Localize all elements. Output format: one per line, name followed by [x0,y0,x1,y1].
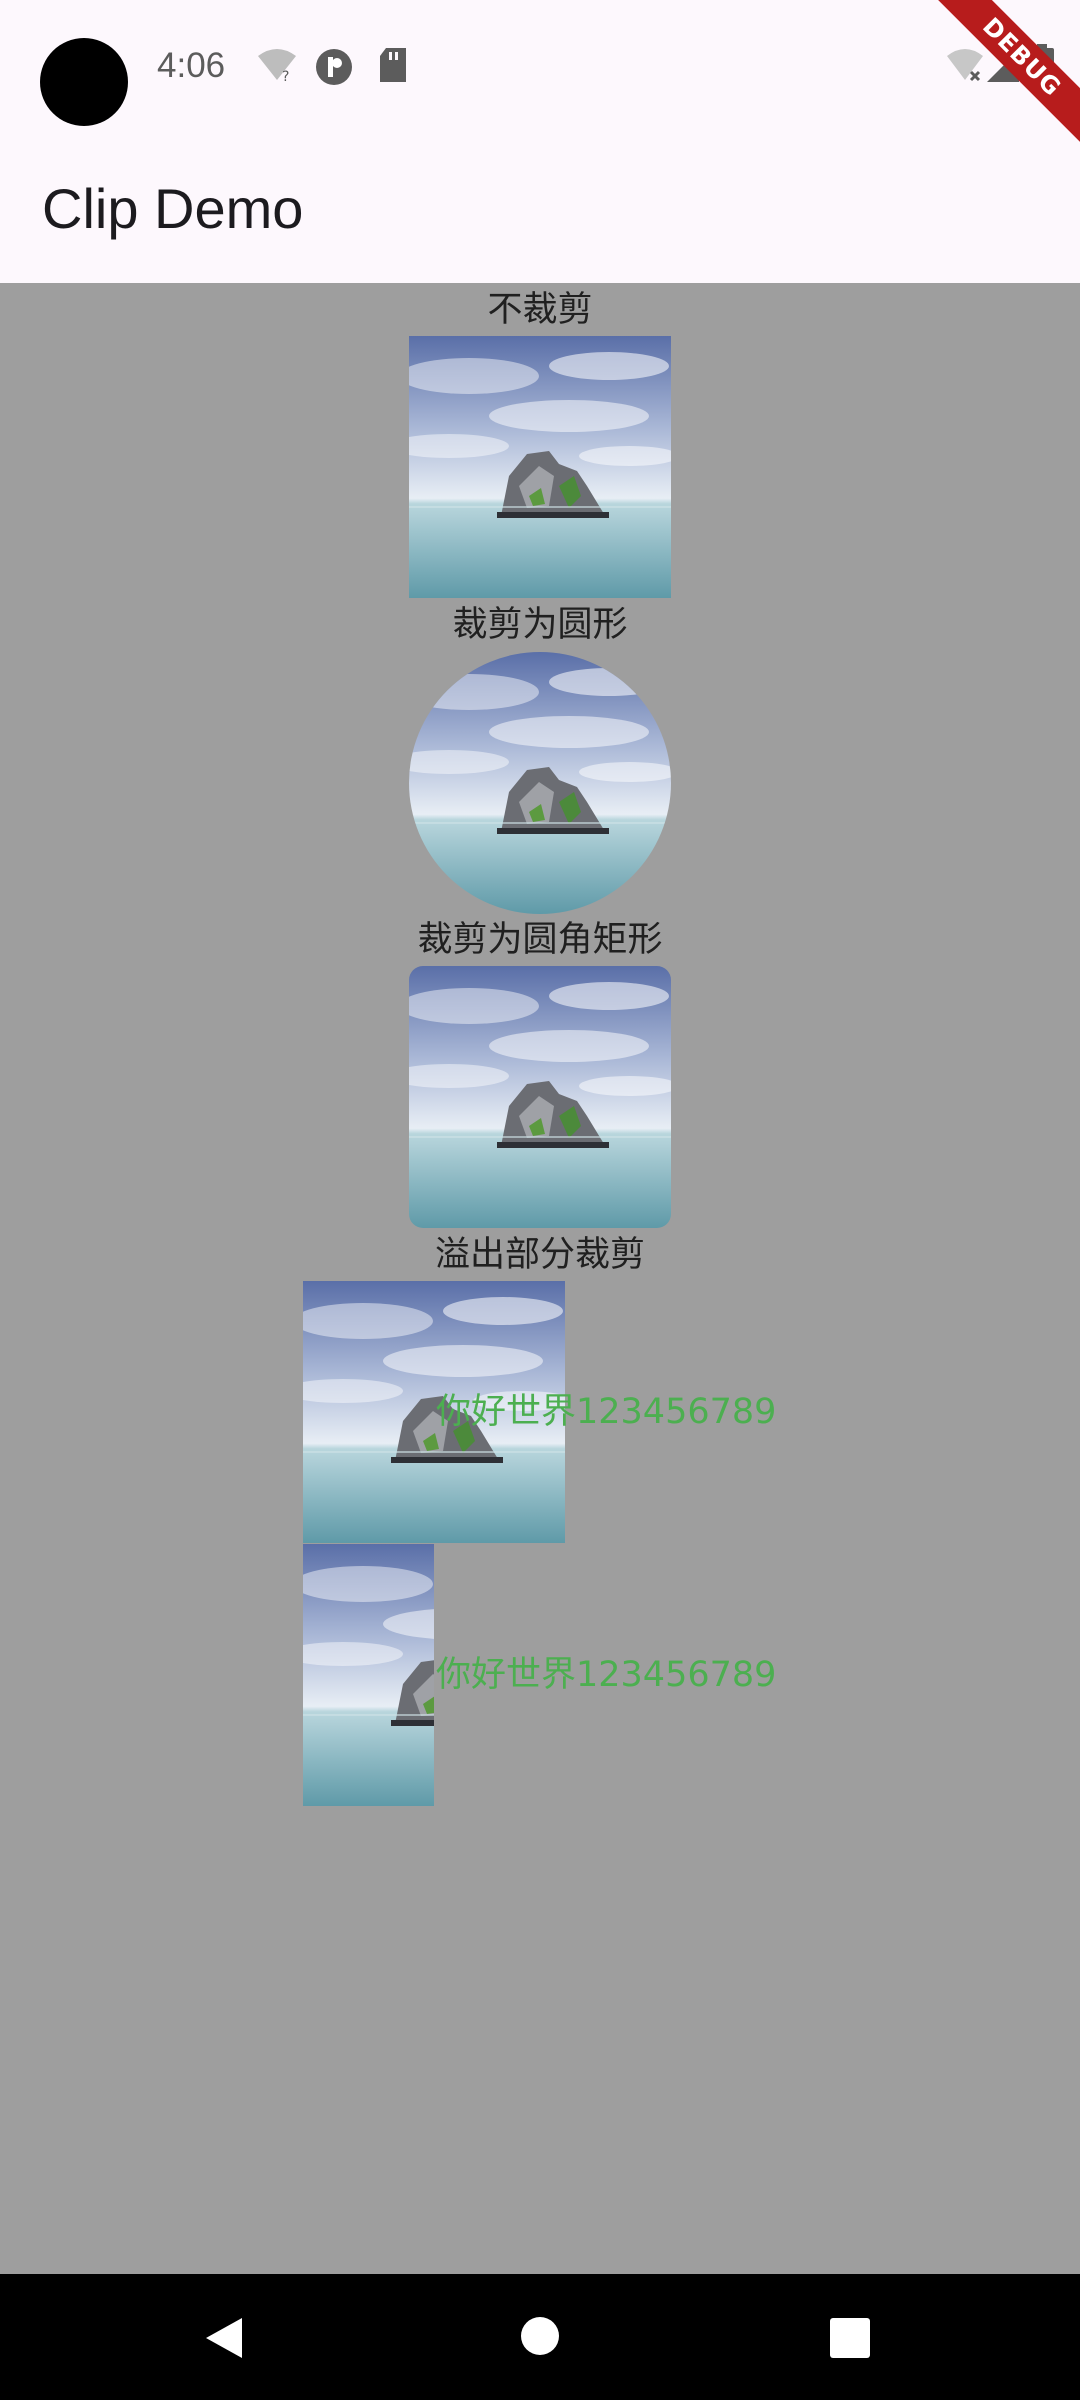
back-icon[interactable] [204,2316,244,2360]
image-overflow-clipped [302,1544,434,1806]
image-no-clip [409,336,671,598]
recents-icon[interactable] [830,2318,870,2358]
overflow-text-1: 你好世界123456789 [436,1392,777,1432]
debug-banner: DEBUG [920,0,1080,160]
overflow-text-2: 你好世界123456789 [436,1655,777,1695]
svg-text:?: ? [282,69,289,82]
app-bar: Clip Demo [0,134,1080,283]
label-clip-rrect: 裁剪为圆角矩形 [417,920,663,960]
label-no-clip: 不裁剪 [487,290,593,330]
image-clip-rounded-rect [409,966,671,1228]
debug-label: DEBUG [923,0,1080,156]
pinterest-icon [316,49,352,85]
home-icon[interactable] [520,2316,560,2356]
status-bar: 4:06 ? [0,0,1080,134]
label-overflow-clip: 溢出部分裁剪 [434,1235,645,1275]
sd-card-icon [380,48,406,82]
camera-cutout [40,38,128,126]
wifi-question-icon: ? [258,49,296,82]
label-clip-oval: 裁剪为圆形 [452,605,628,645]
app-title: Clip Demo [42,177,304,240]
navigation-bar [0,2274,1080,2400]
status-time: 4:06 [157,46,226,85]
image-clip-oval [409,652,671,914]
